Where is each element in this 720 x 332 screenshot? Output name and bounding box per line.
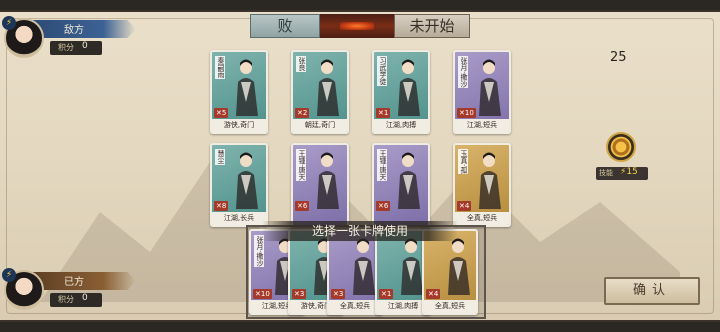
enemy-name: 敌方 [64,25,84,36]
card-name: 慧尘 [215,149,225,165]
self-score-value: 0 [82,293,88,303]
card-cost-value: 1 [383,109,389,117]
character-card[interactable]: 慧尘 ✕8 江湖,长兵 [210,143,268,227]
card-name: 王锺·唐天 [377,149,387,182]
status-progress-glow [320,14,394,38]
card-tags: 江湖,长兵 [212,212,266,225]
select-card-prompt: 选择一张卡牌使用 [262,221,458,241]
enemy-score-box: 积分 0 [50,41,102,55]
self-score-label: 积分 [58,295,74,304]
lightning-icon: ⚡ [2,16,16,30]
character-portrait [317,152,339,209]
card-name: 张良 [296,56,306,72]
character-portrait [398,152,420,209]
card-cost-badge: ✕5 [214,108,229,118]
card-cost-badge: ✕10 [457,108,476,118]
card-cost-value: 4 [433,290,439,298]
card-tags: 全真,短兵 [424,300,476,313]
lightning-icon: ⚡ [2,268,16,282]
character-portrait [236,59,258,116]
character-card[interactable]: 王锺·唐天 ✕6 [372,143,430,227]
character-portrait [317,59,339,116]
card-cost-value: 4 [464,202,470,210]
card-cost-value: 10 [464,109,474,117]
match-status-bar: 败 未开始 [250,14,470,38]
card-cost-value: 3 [338,290,344,298]
card-tags: 全真,短兵 [329,300,381,313]
enemy-player-panel: ⚡ 敌方 积分 0 [0,16,140,64]
character-card[interactable]: 王锺·唐天 ✕6 [291,143,349,227]
card-cost-badge: ✕2 [295,108,310,118]
confirm-button[interactable]: 确认 [604,277,700,305]
card-cost-badge: ✕6 [376,201,391,211]
character-card[interactable]: 习武学徒 ✕1 江湖,肉搏 [372,50,430,134]
card-name: 秦嗣雨 [215,56,225,79]
card-cost-badge: ✕4 [457,201,472,211]
card-tags: 游侠,奇门 [212,119,266,132]
self-player-panel: ⚡ 已方 积分 0 [0,268,140,316]
character-card[interactable]: 秦嗣雨 ✕5 游侠,奇门 [210,50,268,134]
card-cost-badge: ✕3 [331,289,346,299]
card-cost-badge: ✕3 [292,289,307,299]
skill-value-number: 15 [626,167,638,177]
card-name: 玉真·孤 [458,149,468,175]
skill-spiral-icon[interactable] [606,132,636,162]
character-card[interactable]: 张良 ✕2 朝廷,奇门 [291,50,349,134]
card-cost-value: 2 [302,109,308,117]
card-cost-badge: ✕1 [376,108,391,118]
card-cost-badge: ✕10 [253,289,272,299]
card-cost-value: 5 [221,109,227,117]
card-cost-badge: ✕1 [379,289,394,299]
card-tags: 全真,短兵 [455,212,509,225]
self-name: 已方 [64,277,84,288]
skill-label: 技能 [599,169,613,177]
result-lose-tab: 败 [250,14,320,38]
enemy-score-value: 0 [82,41,88,51]
card-cost-value: 3 [299,290,305,298]
status-not-started-tab: 未开始 [394,14,470,38]
card-cost-value: 10 [260,290,270,298]
character-portrait [448,238,470,295]
card-name: 王锺·唐天 [296,149,306,182]
enemy-score-label: 积分 [58,43,74,52]
character-portrait [236,152,258,209]
card-name: 张月·撒沙 [458,56,468,89]
character-portrait [479,152,501,209]
card-cost-value: 6 [302,202,308,210]
card-tags: 江湖,短兵 [455,119,509,132]
card-cost-value: 8 [221,202,227,210]
card-cost-badge: ✕6 [295,201,310,211]
skill-value: ⚡15 [620,167,638,177]
card-cost-value: 1 [386,290,392,298]
card-tags: 朝廷,奇门 [293,119,347,132]
card-cost-value: 6 [383,202,389,210]
card-name: 习武学徒 [377,56,387,86]
character-portrait [398,59,420,116]
card-tags: 江湖,肉搏 [374,119,428,132]
card-cost-badge: ✕8 [214,201,229,211]
character-card[interactable]: 玉真·孤 ✕4 全真,短兵 [453,143,511,227]
character-card[interactable]: 张月·撒沙 ✕10 江湖,短兵 [453,50,511,134]
turn-counter: 25 [610,50,627,65]
self-score-box: 积分 0 [50,293,102,307]
card-cost-badge: ✕4 [426,289,441,299]
character-card[interactable]: ✕4 全真,短兵 [422,229,478,315]
skill-energy-bar: 技能 ⚡15 [596,167,648,180]
